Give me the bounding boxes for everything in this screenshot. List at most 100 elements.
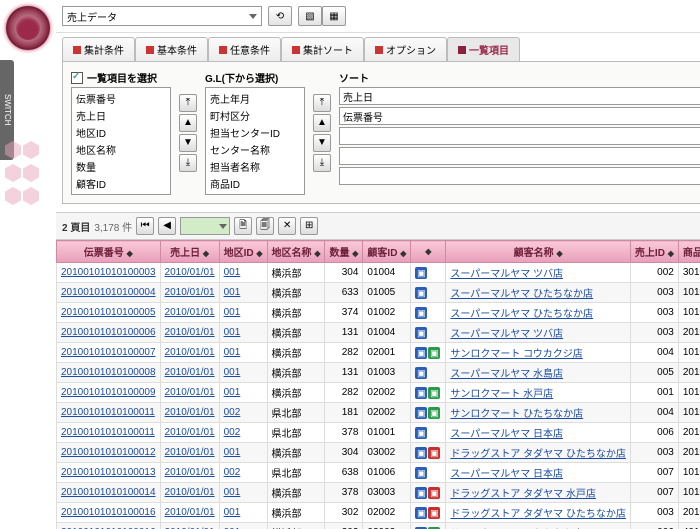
customer-link[interactable]: ドラッグストア タダヤマ ひたちなか店 [450,509,626,520]
field-item[interactable]: センター名称 [208,141,302,158]
slip-link[interactable]: 20100101010100011 [61,407,155,418]
field-item[interactable]: 町村区分 [208,107,302,124]
field-item[interactable]: 伝票番号 [74,90,168,107]
customer-link[interactable]: サンロクマート ひたちなか店 [450,409,583,420]
slip-link[interactable]: 20100101010100003 [61,267,156,278]
date-link[interactable]: 2010/01/01 [160,303,219,323]
date-link[interactable]: 2010/01/01 [160,403,219,423]
region-id-link[interactable]: 001 [219,303,267,323]
customer-link[interactable]: ドラッグストア タダヤマ 水戸店 [450,489,596,500]
export-2-button[interactable]: 🗐 [256,217,274,235]
region-id-link[interactable]: 001 [219,443,267,463]
region-id-link[interactable]: 001 [219,323,267,343]
table-row[interactable]: 201001010101000112010/01/01002県北部3780100… [57,423,700,443]
date-link[interactable]: 2010/01/01 [160,423,219,443]
region-id-link[interactable]: 001 [219,283,267,303]
field-item[interactable]: 売上年月 [208,90,302,107]
tab-basic-cond[interactable]: 基本条件 [135,37,208,61]
date-link[interactable]: 2010/01/01 [160,383,219,403]
export-1-button[interactable]: 🗎 [234,217,252,235]
customer-link[interactable]: スーパーマルヤマ 日本店 [450,429,563,440]
move-top-button-2[interactable]: ⤒ [313,94,331,112]
region-id-link[interactable]: 002 [219,463,267,483]
column-header[interactable]: 商品ID ◆ [678,241,700,263]
date-link[interactable]: 2010/01/01 [160,443,219,463]
tab-optional-cond[interactable]: 任意条件 [208,37,281,61]
toolbar-btn-2[interactable]: ▦ [322,6,346,26]
region-id-link[interactable]: 001 [219,263,267,283]
region-id-link[interactable]: 002 [219,423,267,443]
slip-link[interactable]: 20100101010100005 [61,307,156,318]
tab-list-items[interactable]: 一覧項目 [447,37,520,61]
table-row[interactable]: 201001010101000072010/01/01001横浜部2820200… [57,343,700,363]
table-row[interactable]: 201001010101000162010/01/01001横浜部3020200… [57,523,700,529]
date-link[interactable]: 2010/01/01 [160,523,219,529]
select-items-checkbox[interactable] [71,72,83,84]
table-row[interactable]: 201001010101000122010/01/01001横浜部3040300… [57,443,700,463]
field-item[interactable]: 数量 [74,158,168,175]
field-item[interactable]: 売上日 [74,107,168,124]
field-item[interactable]: 顧客ID [74,175,168,192]
refresh-button[interactable]: ⟲ [268,6,292,26]
customer-link[interactable]: サンロクマート コウカクジ店 [450,349,582,360]
table-row[interactable]: 201001010101000092010/01/01001横浜部2820200… [57,383,700,403]
field-item[interactable]: 商品名称 [208,192,302,195]
region-id-link[interactable]: 001 [219,503,267,523]
field-item[interactable]: 地区名称 [74,141,168,158]
customer-link[interactable]: スーパーマルヤマ ひたちなか店 [450,289,593,300]
slip-link[interactable]: 20100101010100013 [61,467,156,478]
column-header[interactable]: 地区ID ◆ [219,241,267,263]
gl-fields-list[interactable]: 売上年月町村区分担当センターIDセンター名称担当者名称商品ID商品名称商品区分名… [205,87,305,195]
column-header[interactable]: 売上ID ◆ [630,241,678,263]
slip-link[interactable]: 20100101010100016 [61,507,156,518]
page-size-select[interactable] [180,217,230,235]
customer-link[interactable]: スーパーマルヤマ ツバ店 [450,329,563,340]
column-header[interactable]: 地区名称 ◆ [267,241,325,263]
move-bottom-button[interactable]: ⤓ [179,154,197,172]
available-fields-list[interactable]: 伝票番号売上日地区ID地区名称数量顧客ID顧客名称担当者名 [71,87,171,195]
customer-link[interactable]: スーパーマルヤマ ひたちなか店 [450,309,593,320]
data-grid[interactable]: 伝票番号 ◆売上日 ◆地区ID ◆地区名称 ◆数量 ◆顧客ID ◆ ◆顧客名称 … [56,240,700,529]
date-link[interactable]: 2010/01/01 [160,503,219,523]
region-id-link[interactable]: 002 [219,403,267,423]
page-first-button[interactable]: ◀ [158,217,176,235]
slip-link[interactable]: 20100101010100012 [61,447,156,458]
sort-field-select[interactable] [339,127,700,145]
tab-aggregate-sort[interactable]: 集計ソート [281,37,364,61]
region-id-link[interactable]: 001 [219,363,267,383]
slip-link[interactable]: 20100101010100009 [61,387,156,398]
sort-field-select[interactable] [339,167,700,185]
move-down-button[interactable]: ▼ [179,134,197,152]
table-row[interactable]: 201001010101000162010/01/01001横浜部3020200… [57,503,700,523]
date-link[interactable]: 2010/01/01 [160,263,219,283]
date-link[interactable]: 2010/01/01 [160,283,219,303]
slip-link[interactable]: 20100101010100006 [61,327,156,338]
move-up-button-2[interactable]: ▲ [313,114,331,132]
table-row[interactable]: 201001010101000142010/01/01001横浜部3780300… [57,483,700,503]
customer-link[interactable]: サンロクマート 水戸店 [450,389,553,400]
sort-field-select[interactable]: 伝票番号 [339,107,700,125]
table-row[interactable]: 201001010101000082010/01/01001横浜部1310100… [57,363,700,383]
table-row[interactable]: 201001010101000112010/01/01002県北部1810200… [57,403,700,423]
date-link[interactable]: 2010/01/01 [160,323,219,343]
move-top-button[interactable]: ⤒ [179,94,197,112]
slip-link[interactable]: 20100101010100004 [61,287,156,298]
dataset-selector[interactable]: 売上データ [62,6,262,26]
sort-field-select[interactable] [339,147,700,165]
slip-link[interactable]: 20100101010100011 [61,427,155,438]
tab-option[interactable]: オプション [364,37,447,61]
column-header[interactable]: 顧客名称 ◆ [446,241,631,263]
region-id-link[interactable]: 001 [219,343,267,363]
date-link[interactable]: 2010/01/01 [160,343,219,363]
customer-link[interactable]: スーパーマルヤマ 水島店 [450,369,563,380]
slip-link[interactable]: 20100101010100014 [61,487,156,498]
move-up-button[interactable]: ▲ [179,114,197,132]
slip-link[interactable]: 20100101010100008 [61,367,156,378]
date-link[interactable]: 2010/01/01 [160,363,219,383]
date-link[interactable]: 2010/01/01 [160,463,219,483]
region-id-link[interactable]: 001 [219,523,267,529]
customer-link[interactable]: ドラッグストア タダヤマ ひたちなか店 [450,449,626,460]
table-row[interactable]: 201001010101000032010/01/01001横浜部3040100… [57,263,700,283]
customer-link[interactable]: スーパーマルヤマ ツバ店 [450,269,563,280]
field-item[interactable]: 顧客名称 [74,192,168,195]
